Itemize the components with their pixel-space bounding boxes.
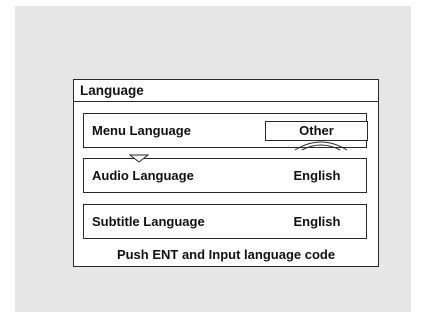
language-dialog: Language Menu Language Other Audio Langu… [73, 79, 379, 267]
audio-language-value: English [293, 168, 341, 183]
audio-language-row[interactable]: Audio Language English [83, 158, 367, 193]
subtitle-language-row[interactable]: Subtitle Language English [83, 204, 367, 239]
menu-language-value[interactable]: Other [265, 121, 368, 141]
subtitle-language-label: Subtitle Language [92, 214, 205, 229]
audio-language-label: Audio Language [92, 168, 194, 183]
dialog-title: Language [74, 80, 378, 102]
footer-instruction: Push ENT and Input language code [116, 247, 336, 262]
dial-icon [294, 141, 348, 151]
subtitle-language-value: English [293, 214, 341, 229]
down-arrow-icon [129, 154, 149, 163]
screen-background: Language Menu Language Other Audio Langu… [15, 6, 411, 312]
menu-language-label: Menu Language [92, 123, 191, 138]
